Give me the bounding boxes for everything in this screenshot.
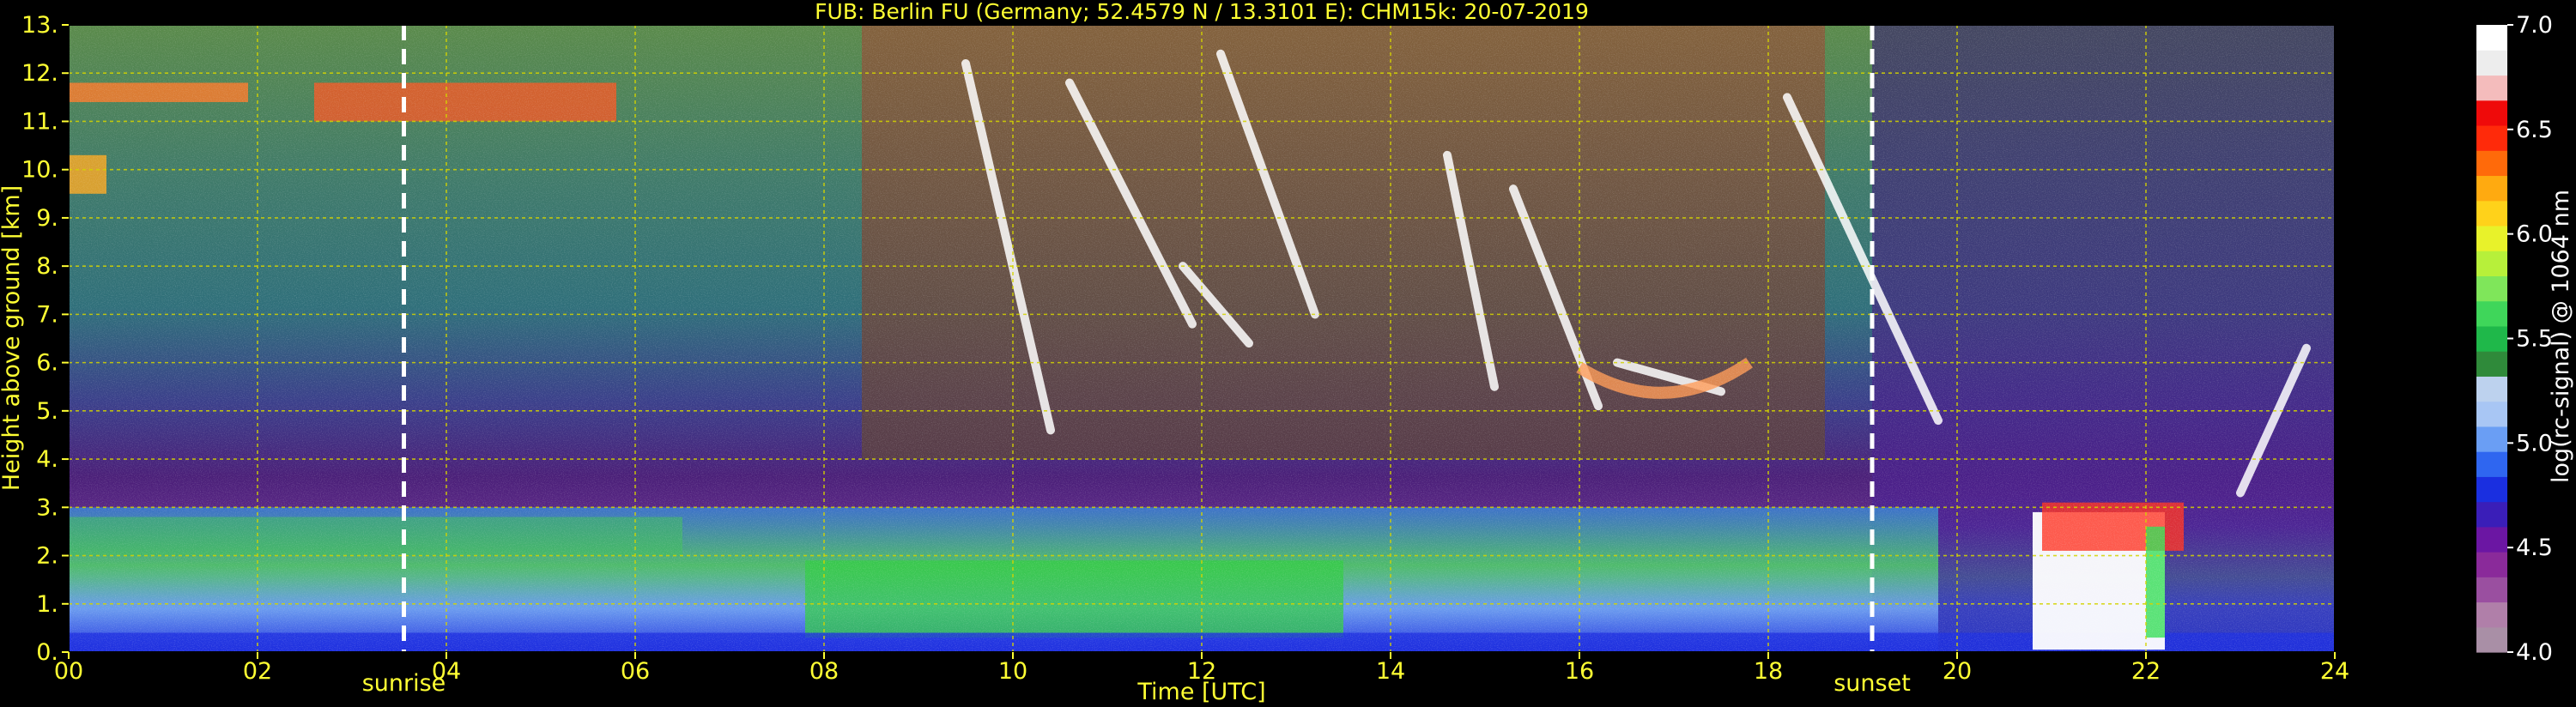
x-tick-label: 06 <box>621 658 650 685</box>
colorbar-segment <box>2476 50 2507 76</box>
plot-area <box>69 25 2335 652</box>
colorbar-segment <box>2476 75 2507 101</box>
x-tick-label: 20 <box>1943 658 1972 685</box>
colorbar-tick-label: 7.0 <box>2516 12 2553 39</box>
x-axis-label: Time [UTC] <box>1136 679 1265 705</box>
x-tick-label: 16 <box>1565 658 1594 685</box>
colorbar-segment <box>2476 501 2507 528</box>
y-tick-label: 12. <box>21 60 58 87</box>
y-tick-label: 2. <box>36 543 58 570</box>
x-tick-label: 14 <box>1376 658 1405 685</box>
colorbar-segment <box>2476 25 2507 51</box>
colorbar-segment <box>2476 401 2507 427</box>
colorbar-tick-label: 4.0 <box>2516 639 2553 666</box>
y-tick-label: 0. <box>36 639 58 666</box>
colorbar-segment <box>2476 175 2507 202</box>
colorbar-segment <box>2476 601 2507 628</box>
y-tick-label: 4. <box>36 446 58 473</box>
x-tick-label: 04 <box>432 658 461 685</box>
y-tick-label: 8. <box>36 253 58 280</box>
colorbar-segment <box>2476 100 2507 126</box>
x-tick-label: 02 <box>243 658 272 685</box>
colorbar-segment <box>2476 526 2507 553</box>
colorbar-segment <box>2476 376 2507 402</box>
x-tick-label: 24 <box>2320 658 2349 685</box>
y-tick-label: 6. <box>36 350 58 377</box>
colorbar-segment <box>2476 426 2507 452</box>
signal-noise <box>69 25 2335 652</box>
colorbar-segment <box>2476 300 2507 327</box>
y-tick-label: 9. <box>36 205 58 232</box>
y-tick-label: 11. <box>21 108 58 135</box>
x-tick-label: 18 <box>1754 658 1783 685</box>
colorbar-segment <box>2476 351 2507 377</box>
colorbar-segment <box>2476 200 2507 227</box>
colorbar-segment <box>2476 451 2507 477</box>
x-tick-label: 22 <box>2131 658 2161 685</box>
colorbar-segment <box>2476 150 2507 177</box>
colorbar-segment <box>2476 325 2507 352</box>
y-tick-label: 1. <box>36 591 58 618</box>
y-axis: 0. 1. 2. 3. 4. 5. 6. 7. 8. 9. 10. 11. 12. 13. <box>21 12 69 666</box>
colorbar-segment <box>2476 275 2507 302</box>
lidar-figure: sunrise sunset 00 02 04 06 08 10 12 14 16 18 20 22 24… <box>0 0 2574 705</box>
colorbar-segment <box>2476 626 2507 653</box>
chart-title: FUB: Berlin FU (Germany; 52.4579 N / 13.… <box>815 0 1589 24</box>
marker-label-sunset: sunset <box>1834 670 1911 697</box>
y-axis-label: Height above ground [km] <box>0 185 25 491</box>
y-tick-label: 7. <box>36 301 58 328</box>
colorbar-segment <box>2476 577 2507 603</box>
y-tick-label: 3. <box>36 494 58 521</box>
y-tick-label: 10. <box>21 157 58 184</box>
colorbar-tick-label: 6.5 <box>2516 117 2553 143</box>
x-tick-label: 08 <box>809 658 839 685</box>
colorbar-segment <box>2476 251 2507 276</box>
x-tick-label: 10 <box>998 658 1027 685</box>
y-tick-label: 13. <box>21 12 58 39</box>
colorbar-label: log(rc-signal) @ 1064 nm <box>2548 190 2574 483</box>
colorbar-segment <box>2476 124 2507 151</box>
colorbar: 4.04.55.05.56.06.57.0 <box>2476 12 2553 666</box>
y-tick-label: 5. <box>36 398 58 425</box>
colorbar-segment <box>2476 476 2507 503</box>
colorbar-tick-label: 4.5 <box>2516 535 2553 561</box>
colorbar-segment <box>2476 552 2507 577</box>
colorbar-segment <box>2476 225 2507 251</box>
